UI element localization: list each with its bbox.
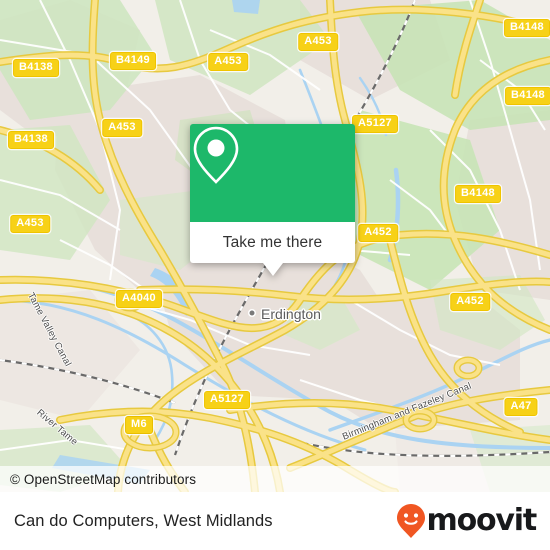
map-attribution-bar: © OpenStreetMap contributors xyxy=(0,466,550,492)
attribution-text[interactable]: © OpenStreetMap contributors xyxy=(0,472,196,487)
road-shield[interactable]: A47 xyxy=(504,398,538,416)
road-shield[interactable]: A4040 xyxy=(116,290,162,308)
road-shield[interactable]: B4148 xyxy=(505,87,550,105)
road-shield[interactable]: B4148 xyxy=(504,19,550,37)
road-shield-motorway[interactable]: M6 xyxy=(125,416,153,434)
popup-card-header xyxy=(190,124,355,222)
road-shield[interactable]: A453 xyxy=(10,215,50,233)
road-shield[interactable]: A5127 xyxy=(352,115,398,133)
road-shield[interactable]: A453 xyxy=(208,53,248,71)
road-shield[interactable]: B4148 xyxy=(455,185,501,203)
road-shield[interactable]: B4138 xyxy=(13,59,59,77)
road-shield[interactable]: A453 xyxy=(298,33,338,51)
map-screenshot: Erdington Tame Valley Canal River Tame B… xyxy=(0,0,550,550)
take-me-there-button[interactable]: Take me there xyxy=(190,222,355,276)
place-marker-dot xyxy=(249,310,255,316)
moovit-logo[interactable]: moovit xyxy=(396,503,538,539)
location-pin-icon xyxy=(193,126,239,184)
road-shield[interactable]: A452 xyxy=(358,224,398,242)
footer-content: Can do Computers, West Midlands moovit xyxy=(0,492,550,550)
moovit-wordmark: moovit xyxy=(426,503,538,538)
footer-bar: Can do Computers, West Midlands moovit xyxy=(0,492,550,550)
map-canvas[interactable]: Erdington Tame Valley Canal River Tame B… xyxy=(0,0,550,492)
place-label-erdington: Erdington xyxy=(261,306,321,322)
popup-card-tail xyxy=(262,263,283,276)
destination-popup-card[interactable]: Take me there xyxy=(190,124,355,276)
road-shield[interactable]: B4138 xyxy=(8,131,54,149)
road-shield[interactable]: A453 xyxy=(102,119,142,137)
road-shield[interactable]: A452 xyxy=(450,293,490,311)
road-shield[interactable]: A5127 xyxy=(204,391,250,409)
moovit-smiley-pin-icon xyxy=(396,504,425,538)
location-title: Can do Computers, West Midlands xyxy=(14,511,273,530)
road-shield[interactable]: B4149 xyxy=(110,52,156,70)
take-me-there-label: Take me there xyxy=(222,233,323,251)
